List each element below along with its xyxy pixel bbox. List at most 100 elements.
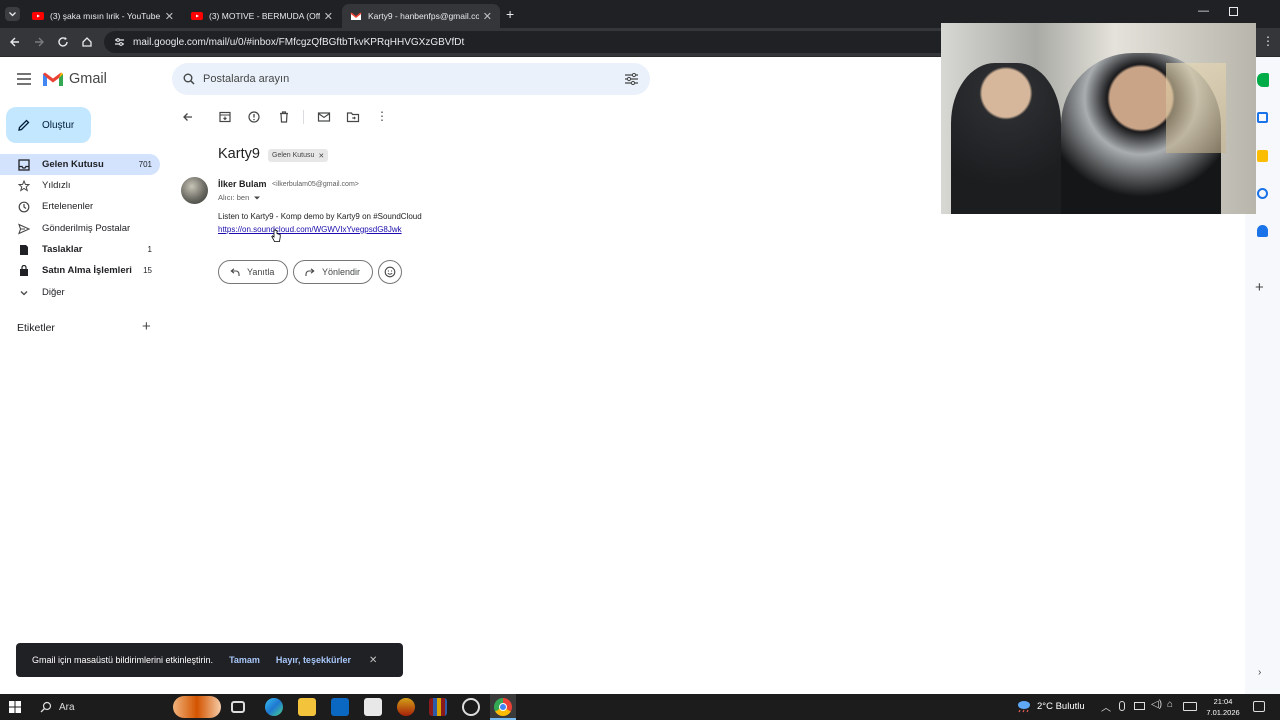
task-view-icon[interactable]: [231, 701, 245, 713]
browser-menu-icon[interactable]: ⋮: [1262, 34, 1274, 48]
close-tab-icon[interactable]: ✕: [483, 10, 492, 23]
file-explorer-icon[interactable]: [298, 698, 316, 716]
star-icon: [18, 179, 30, 192]
sender-avatar[interactable]: [181, 177, 208, 204]
tab-title: (3) MOTIVE - BERMUDA (Officia: [209, 11, 320, 21]
maximize-icon[interactable]: [1229, 7, 1238, 16]
sidebar-item-starred[interactable]: Yıldızlı: [0, 175, 160, 196]
calendar-app-icon[interactable]: [364, 698, 382, 716]
tab-gmail[interactable]: Karty9 - hanbenfps@gmail.com ✕: [342, 4, 500, 28]
language-icon[interactable]: ⌂: [1167, 699, 1173, 710]
report-spam-icon[interactable]: [247, 110, 261, 124]
caret-down-icon: [254, 196, 261, 199]
windows-start-icon[interactable]: [9, 701, 21, 713]
reply-button[interactable]: Yanıtla: [218, 260, 288, 284]
forward-label: Yönlendir: [322, 267, 361, 277]
snackbar-ok-button[interactable]: Tamam: [229, 655, 260, 665]
calendar-icon[interactable]: [1257, 112, 1268, 123]
sidebar-item-drafts[interactable]: Taslaklar 1: [0, 239, 160, 260]
sidebar-item-label: Taslaklar: [42, 244, 83, 255]
clock-time: 21:04: [1213, 697, 1233, 706]
obs-icon[interactable]: [462, 698, 480, 716]
keyboard-icon[interactable]: [1183, 702, 1197, 711]
notifications-icon[interactable]: [1253, 701, 1265, 712]
search-filters-icon[interactable]: [625, 73, 638, 85]
close-tab-icon[interactable]: ✕: [324, 10, 333, 23]
keep-icon[interactable]: [1257, 150, 1268, 162]
meet-icon[interactable]: [1257, 73, 1269, 87]
winrar-icon[interactable]: [429, 698, 447, 716]
tasks-icon[interactable]: [1257, 188, 1268, 199]
taskbar-search[interactable]: Ara: [33, 698, 169, 716]
contacts-icon[interactable]: [1257, 225, 1268, 237]
draft-icon: [20, 244, 28, 255]
remove-label-icon[interactable]: ✕: [318, 152, 324, 160]
tab-youtube-1[interactable]: (3) şaka mısın lırik - YouTube ✕: [24, 4, 182, 28]
app-icon[interactable]: [397, 698, 415, 716]
get-addons-icon[interactable]: +: [1255, 279, 1264, 296]
expand-panel-icon[interactable]: ›: [1258, 667, 1261, 678]
new-tab-icon[interactable]: +: [506, 6, 514, 22]
search-icon: [40, 701, 52, 713]
network-icon[interactable]: [1134, 702, 1145, 710]
snackbar-no-button[interactable]: Hayır, teşekkürler: [276, 655, 351, 665]
forward-button[interactable]: Yönlendir: [293, 260, 373, 284]
shelf: [1166, 63, 1226, 153]
taskbar-search-text: Ara: [59, 701, 75, 713]
clock[interactable]: 21:04 7.01.2026: [1204, 696, 1242, 718]
sidebar-item-inbox[interactable]: Gelen Kutusu 701: [0, 154, 160, 175]
snackbar-message: Gmail için masaüstü bildirimlerini etkin…: [32, 655, 214, 665]
compose-button[interactable]: Oluştur: [6, 107, 91, 143]
tab-search-button[interactable]: [5, 7, 20, 21]
search-input[interactable]: Postalarda arayın: [203, 73, 289, 85]
volume-icon[interactable]: ◁): [1151, 699, 1162, 710]
recipient-text: Alıcı: ben: [218, 193, 250, 202]
more-options-icon[interactable]: ⋮: [376, 109, 388, 123]
sidebar-item-snoozed[interactable]: Ertelenenler: [0, 196, 160, 217]
clock-date: 7.01.2026: [1206, 708, 1240, 717]
tab-title: Karty9 - hanbenfps@gmail.com: [368, 11, 479, 21]
emoji-reaction-button[interactable]: [378, 260, 402, 284]
recipient-details[interactable]: Alıcı: ben: [218, 193, 261, 202]
home-icon[interactable]: [81, 36, 93, 48]
chevron-up-icon[interactable]: ︿: [1101, 699, 1111, 714]
store-icon[interactable]: [331, 698, 349, 716]
weather-widget[interactable]: 2°C Bulutlu: [1016, 699, 1085, 713]
add-label-icon[interactable]: +: [142, 318, 151, 335]
search-icon[interactable]: [183, 73, 195, 85]
reply-label: Yanıtla: [247, 267, 275, 277]
mark-unread-icon[interactable]: [317, 110, 331, 124]
label-chip[interactable]: Gelen Kutusu ✕: [268, 149, 329, 162]
forward-icon: [305, 267, 315, 276]
chrome-taskbar-button[interactable]: [490, 694, 516, 720]
microphone-icon[interactable]: [1119, 701, 1125, 711]
inbox-icon: [18, 158, 30, 171]
minimize-icon[interactable]: —: [1198, 5, 1209, 17]
edge-icon[interactable]: [265, 698, 283, 716]
draft-count: 1: [147, 245, 152, 254]
back-to-inbox-icon[interactable]: [181, 110, 195, 124]
soundcloud-link[interactable]: https://on.soundcloud.com/WGWVIxYvegpsdG…: [218, 225, 402, 234]
move-to-icon[interactable]: [346, 110, 360, 124]
close-icon[interactable]: ✕: [369, 655, 377, 666]
sidebar-item-purchases[interactable]: Satın Alma İşlemleri 15: [0, 260, 160, 281]
sidebar-item-sent[interactable]: Gönderilmiş Postalar: [0, 218, 160, 239]
chevron-down-icon: [9, 12, 16, 17]
close-tab-icon[interactable]: ✕: [165, 10, 174, 23]
forward-arrow-icon[interactable]: [33, 36, 45, 48]
sidebar-item-label: Diğer: [42, 287, 65, 298]
search-highlight-image[interactable]: [173, 696, 221, 718]
site-info-icon[interactable]: [114, 37, 125, 47]
sender-name[interactable]: İlker Bulam: [218, 179, 267, 189]
back-arrow-icon[interactable]: [9, 36, 21, 48]
sidebar-item-label: Gönderilmiş Postalar: [42, 223, 131, 234]
tab-youtube-2[interactable]: (3) MOTIVE - BERMUDA (Officia ✕: [183, 4, 341, 28]
unread-count: 701: [138, 160, 152, 169]
search-bar[interactable]: Postalarda arayın: [172, 63, 650, 95]
main-menu-icon[interactable]: [17, 73, 31, 85]
sidebar-item-more[interactable]: Diğer: [0, 282, 160, 303]
archive-icon[interactable]: [218, 110, 232, 124]
gmail-logo-icon[interactable]: [42, 71, 64, 87]
reload-icon[interactable]: [57, 36, 69, 48]
delete-icon[interactable]: [277, 110, 291, 124]
